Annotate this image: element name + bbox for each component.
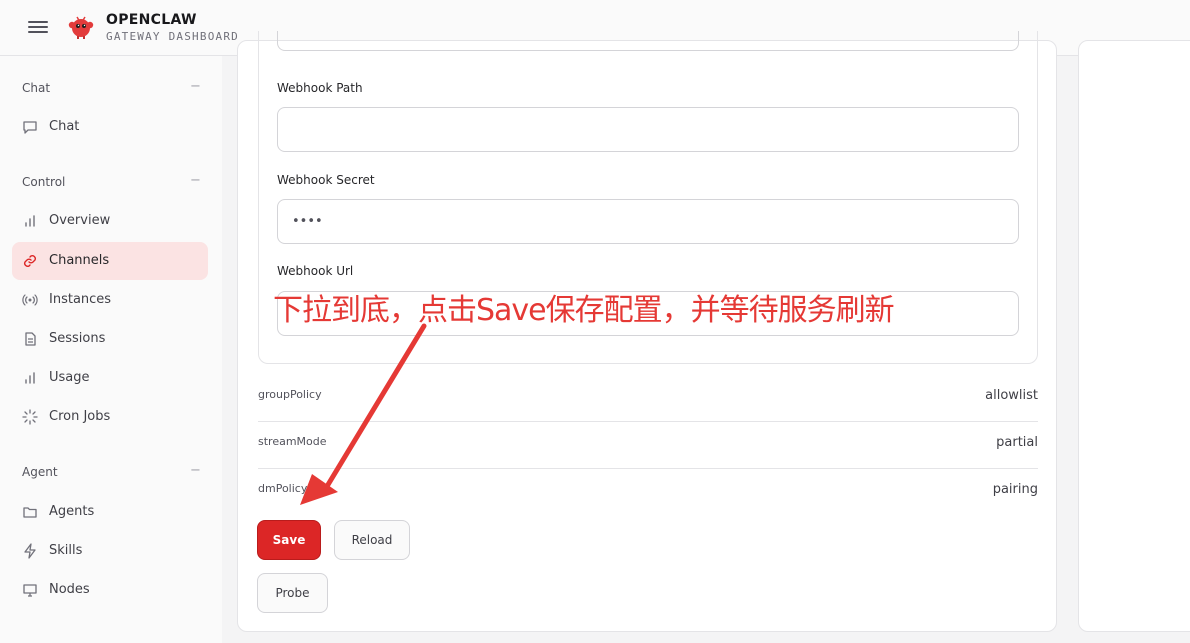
monitor-icon (22, 582, 38, 598)
app-subtitle: GATEWAY DASHBOARD (106, 30, 239, 43)
collapse-icon[interactable]: − (190, 173, 201, 188)
sidebar-item-sessions[interactable]: Sessions (12, 320, 208, 358)
dm-policy-row: dmPolicy pairing (258, 469, 1038, 516)
dm-policy-key: dmPolicy (258, 482, 308, 495)
sidebar-item-channels[interactable]: Channels (12, 242, 208, 280)
webhook-secret-label: Webhook Secret (277, 173, 375, 187)
stream-mode-row: streamMode partial (258, 422, 1038, 469)
section-control[interactable]: Control − (22, 173, 201, 189)
dm-policy-value: pairing (992, 482, 1038, 497)
sidebar: Chat − Chat Control − Overview Channels … (0, 56, 222, 643)
section-label: Control (22, 175, 66, 189)
lobster-mascot-icon (66, 12, 96, 42)
loader-icon (22, 409, 38, 425)
group-policy-key: groupPolicy (258, 388, 322, 401)
sidebar-item-nodes[interactable]: Nodes (12, 571, 208, 609)
section-chat[interactable]: Chat − (22, 79, 201, 95)
sidebar-item-skills[interactable]: Skills (12, 532, 208, 570)
stream-mode-key: streamMode (258, 435, 327, 448)
sidebar-item-usage[interactable]: Usage (12, 359, 208, 397)
sidebar-item-label: Chat (49, 119, 80, 134)
sidebar-item-label: Usage (49, 370, 90, 385)
sidebar-item-agents[interactable]: Agents (12, 493, 208, 531)
bar-chart-icon (22, 370, 38, 386)
document-icon (22, 331, 38, 347)
section-label: Agent (22, 465, 58, 479)
instruction-annotation: 下拉到底，点击Save保存配置，并等待服务刷新 (273, 293, 895, 328)
sidebar-item-instances[interactable]: Instances (12, 281, 208, 319)
radio-signal-icon (22, 292, 38, 308)
sidebar-item-label: Channels (49, 253, 110, 268)
side-panel-card (1078, 40, 1190, 632)
section-label: Chat (22, 81, 51, 95)
group-policy-value: allowlist (985, 388, 1038, 403)
sidebar-item-label: Overview (49, 213, 111, 228)
sidebar-item-label: Instances (49, 292, 112, 307)
lightning-icon (22, 543, 38, 559)
section-agent[interactable]: Agent − (22, 463, 201, 479)
collapse-icon[interactable]: − (190, 79, 201, 94)
link-icon (22, 253, 38, 269)
bar-chart-icon (22, 213, 38, 229)
sidebar-item-label: Skills (49, 543, 83, 558)
collapse-icon[interactable]: − (190, 463, 201, 478)
probe-button[interactable]: Probe (257, 573, 328, 613)
app-title: OPENCLAW (106, 12, 197, 28)
webhook-path-input[interactable] (277, 107, 1019, 152)
hamburger-icon[interactable] (28, 18, 48, 38)
sidebar-item-overview[interactable]: Overview (12, 202, 208, 240)
previous-field-input[interactable] (277, 31, 1019, 51)
sidebar-item-label: Sessions (49, 331, 106, 346)
save-button[interactable]: Save (257, 520, 321, 560)
sidebar-item-label: Nodes (49, 582, 90, 597)
group-policy-row: groupPolicy allowlist (258, 375, 1038, 422)
stream-mode-value: partial (996, 435, 1038, 450)
webhook-secret-input[interactable]: •••• (277, 199, 1019, 244)
sidebar-item-chat[interactable]: Chat (12, 108, 208, 146)
sidebar-item-label: Agents (49, 504, 95, 519)
reload-button[interactable]: Reload (334, 520, 410, 560)
webhook-url-label: Webhook Url (277, 264, 354, 278)
webhook-path-label: Webhook Path (277, 81, 363, 95)
sidebar-item-cron-jobs[interactable]: Cron Jobs (12, 398, 208, 436)
chat-bubble-icon (22, 119, 38, 135)
folder-icon (22, 504, 38, 520)
sidebar-item-label: Cron Jobs (49, 409, 111, 424)
channel-config-card: Webhook Path Webhook Secret •••• Webhook… (237, 31, 1057, 632)
